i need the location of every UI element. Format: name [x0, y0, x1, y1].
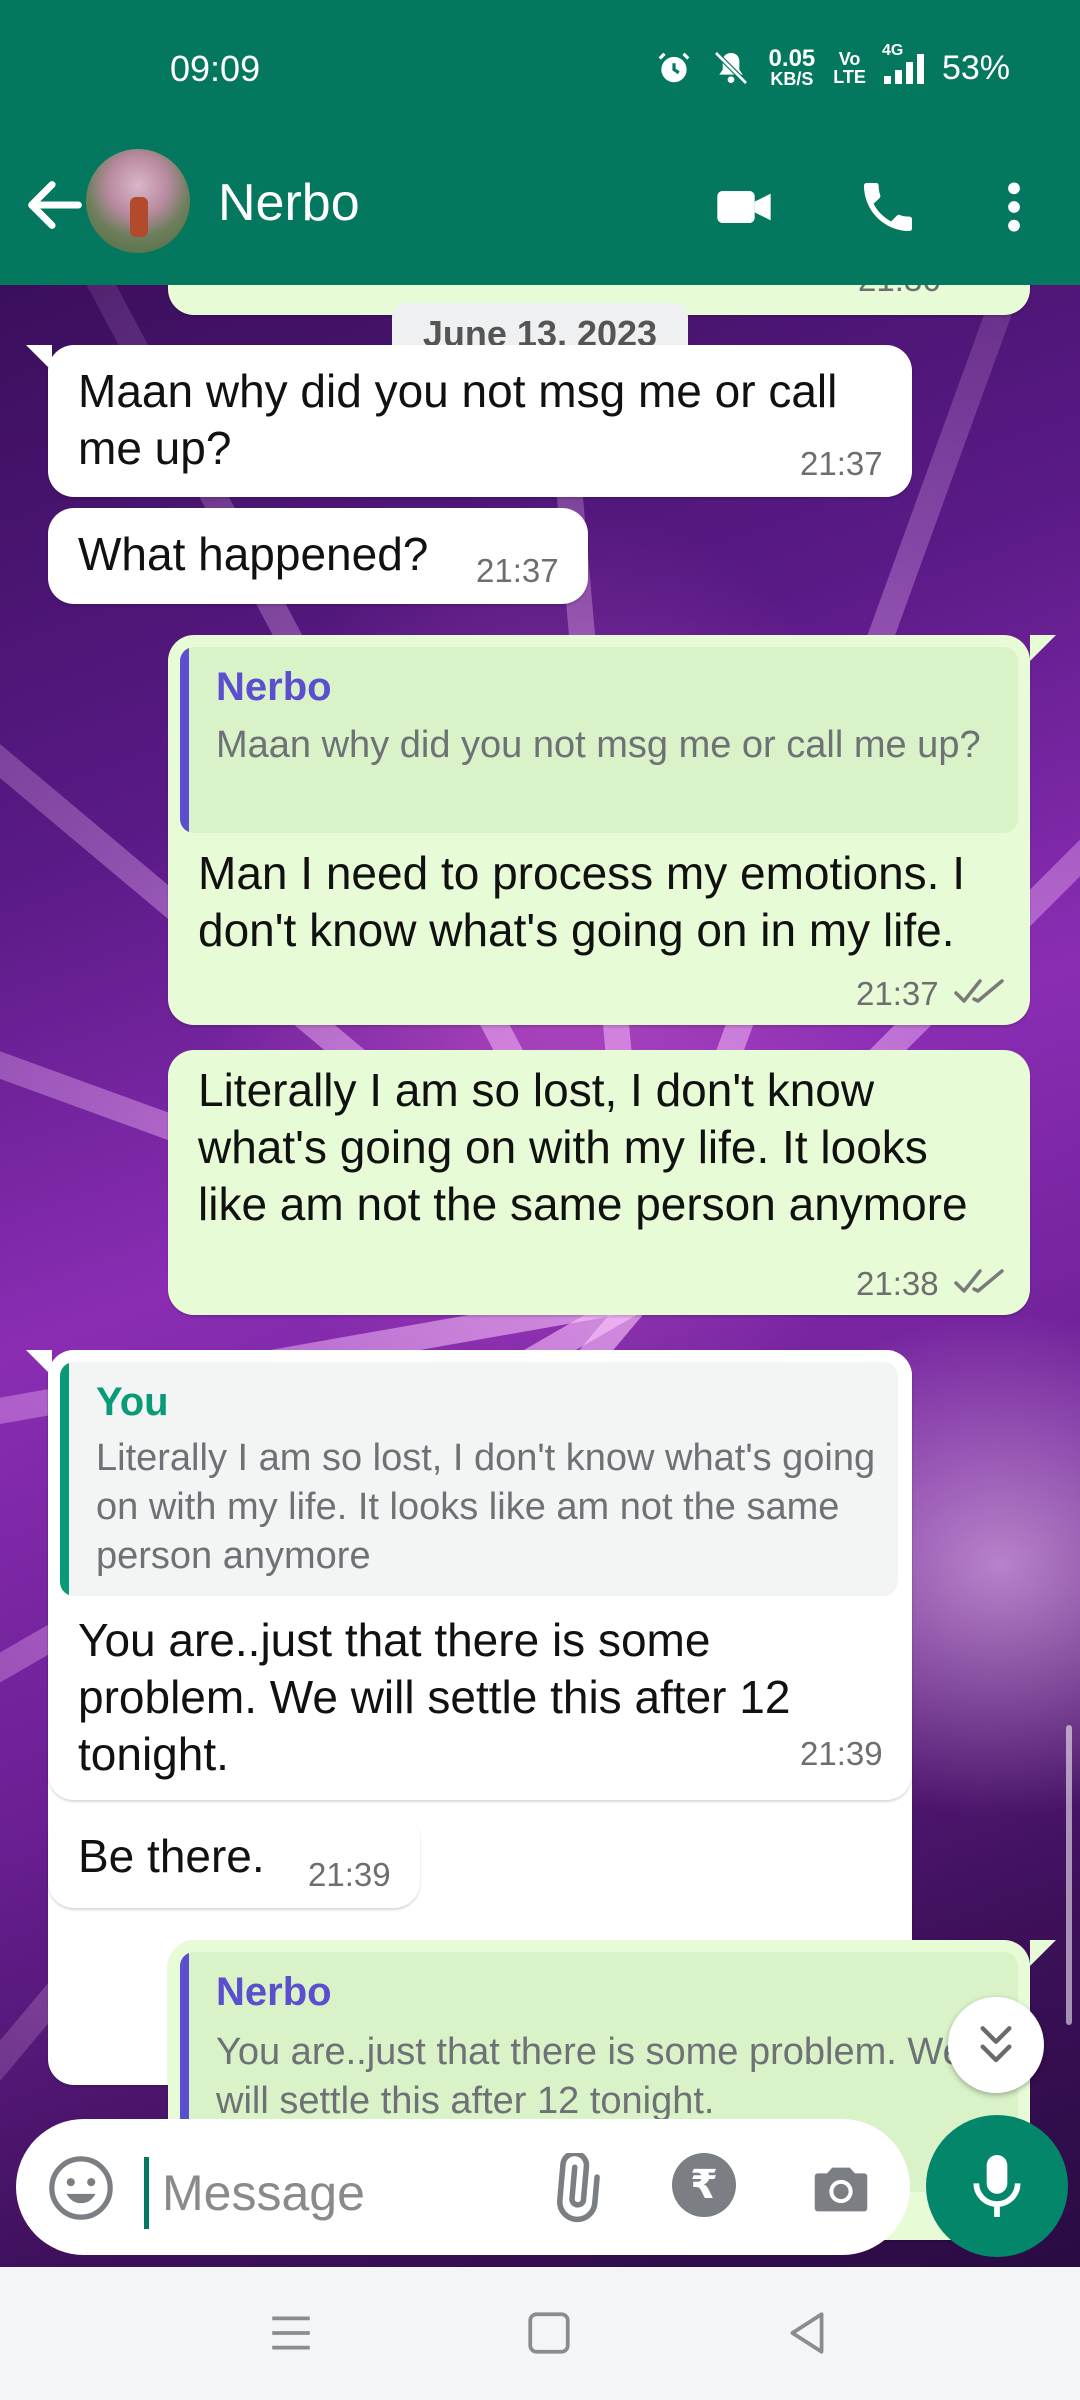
status-time: 09:09 — [170, 48, 261, 89]
read-receipt-icon — [954, 1269, 1004, 1293]
message-bubble-outgoing[interactable]: Literally I am so lost, I don't know wha… — [168, 1050, 1030, 1315]
message-time: 21:38 — [856, 1265, 939, 1302]
message-time: 21:39 — [308, 1856, 391, 1893]
message-bubble-incoming[interactable]: Maan why did you not msg me or call me u… — [48, 345, 912, 497]
quoted-message[interactable]: Nerbo Maan why did you not msg me or cal… — [180, 647, 1018, 833]
avatar[interactable] — [86, 149, 190, 253]
camera-icon[interactable] — [806, 2153, 876, 2223]
contact-name[interactable]: Nerbo — [218, 173, 360, 233]
scroll-to-bottom-button[interactable] — [948, 1997, 1044, 2093]
double-chevron-down-icon — [980, 2026, 1012, 2063]
message-text: What happened? — [78, 528, 429, 580]
status-icons: 0.05 KB/S Vo LTE 4G 53% — [655, 42, 1010, 89]
message-text: You are..just that there is some problem… — [78, 1614, 791, 1780]
quote-author: You — [96, 1380, 169, 1424]
quoted-message[interactable]: You Literally I am so lost, I don't know… — [60, 1362, 898, 1596]
message-text: Literally I am so lost, I don't know wha… — [198, 1064, 968, 1230]
mute-bell-icon — [713, 51, 748, 85]
chat-header: Nerbo — [0, 145, 1080, 265]
voice-record-button[interactable] — [926, 2115, 1068, 2257]
message-text: Maan why did you not msg me or call me u… — [78, 365, 838, 474]
message-bubble-outgoing[interactable]: Nerbo Maan why did you not msg me or cal… — [168, 635, 1030, 1025]
scrollbar[interactable] — [1066, 1725, 1072, 2025]
top-app-bar: 09:09 0.05 KB/S Vo LTE 4G 53% Nerbo — [0, 0, 1080, 285]
volte-indicator: Vo LTE — [833, 49, 866, 87]
text-caret — [144, 2157, 149, 2229]
battery-level: 53% — [941, 48, 1010, 87]
alarm-icon — [658, 52, 689, 83]
quote-author: Nerbo — [216, 1970, 332, 2014]
read-receipt-icon — [954, 979, 1004, 1003]
system-navigation-bar — [0, 2268, 1080, 2400]
message-time: 21:37 — [856, 975, 939, 1012]
attach-paperclip-icon[interactable] — [540, 2153, 610, 2223]
video-call-icon[interactable] — [712, 175, 776, 239]
microphone-icon — [973, 2155, 1021, 2217]
message-time: 21:37 — [476, 552, 559, 589]
message-bubble-incoming[interactable]: Be there. 21:39 — [48, 1812, 420, 1908]
quote-author: Nerbo — [216, 665, 332, 709]
data-rate: 0.05 KB/S — [768, 45, 816, 89]
message-input[interactable] — [162, 2157, 502, 2229]
message-bubble-incoming[interactable]: What happened? 21:37 — [48, 508, 588, 604]
back-arrow-icon[interactable] — [20, 170, 90, 240]
back-icon[interactable] — [782, 2308, 832, 2358]
more-options-icon[interactable] — [982, 175, 1046, 239]
message-time: 21:39 — [800, 1735, 883, 1772]
emoji-icon[interactable] — [46, 2153, 116, 2223]
payment-rupee-icon[interactable]: ₹ — [672, 2153, 736, 2217]
quote-text: Literally I am so lost, I don't know wha… — [96, 1437, 876, 1577]
message-text: Be there. — [78, 1830, 265, 1882]
message-bubble-incoming[interactable]: You Literally I am so lost, I don't know… — [48, 1350, 912, 1800]
message-time: 21:37 — [800, 445, 883, 482]
message-time: 21:36 — [858, 285, 941, 299]
chat-messages[interactable]: 21:36 June 13, 2023 Maan why did you not… — [0, 285, 1080, 2267]
composer: ₹ — [16, 2119, 910, 2255]
signal-indicator: 4G — [882, 42, 924, 84]
composer-bar: ₹ — [0, 2105, 1080, 2265]
quote-text: Maan why did you not msg me or call me u… — [216, 724, 981, 766]
recent-apps-icon[interactable] — [266, 2308, 316, 2358]
message-text: Man I need to process my emotions. I don… — [198, 847, 966, 956]
voice-call-icon[interactable] — [856, 175, 920, 239]
home-icon[interactable] — [524, 2308, 574, 2358]
status-bar: 09:09 0.05 KB/S Vo LTE 4G 53% — [0, 0, 1080, 140]
